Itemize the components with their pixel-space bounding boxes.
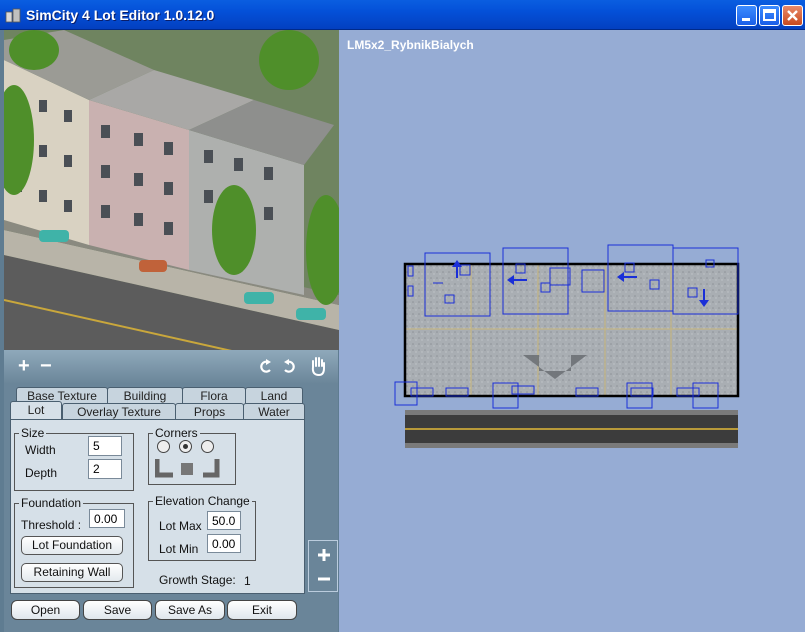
rotate-right-icon[interactable]: [282, 358, 296, 374]
threshold-input[interactable]: 0.00: [89, 509, 125, 528]
app-window: SimCity 4 Lot Editor 1.0.12.0 + − Base T…: [0, 0, 805, 632]
growth-stage-value: 1: [244, 574, 251, 588]
width-input[interactable]: 5: [88, 436, 122, 456]
tab-lot[interactable]: Lot: [10, 401, 62, 421]
size-group: Size Width 5 Depth 2: [14, 426, 134, 491]
zoom-in-button[interactable]: +: [18, 356, 30, 376]
open-button[interactable]: Open: [11, 600, 80, 620]
growth-stage-label: Growth Stage:: [159, 573, 236, 587]
zoom-in-icon: +: [18, 355, 30, 377]
threshold-label: Threshold :: [21, 518, 82, 532]
building-preview[interactable]: [4, 30, 339, 350]
minimize-icon: [742, 18, 750, 21]
lot-properties-panel: + − Base Texture Building Flora Land Lot: [4, 350, 338, 632]
depth-input[interactable]: 2: [88, 459, 122, 479]
view-toolbar: + −: [4, 350, 338, 384]
close-button[interactable]: [782, 5, 803, 26]
corner-radio-middle[interactable]: [179, 440, 192, 453]
lot-max-label: Lot Max: [159, 519, 202, 533]
retaining-wall-button[interactable]: Retaining Wall: [21, 563, 123, 582]
save-button[interactable]: Save: [83, 600, 152, 620]
rotate-left-icon[interactable]: [259, 358, 273, 374]
lot-tab-content: Size Width 5 Depth 2 Corners Foundation …: [10, 419, 305, 594]
save-as-button[interactable]: Save As: [155, 600, 225, 620]
lot-max-input[interactable]: 50.0: [207, 511, 241, 530]
corner-shapes-icon: [155, 459, 220, 478]
lot-layout-drawing: [394, 244, 740, 448]
zoom-out-button[interactable]: −: [40, 356, 52, 376]
lot-zoom-control: [308, 540, 338, 592]
maximize-button[interactable]: [759, 5, 780, 26]
lot-min-label: Lot Min: [159, 542, 199, 556]
title-bar: SimCity 4 Lot Editor 1.0.12.0: [0, 0, 805, 30]
tab-panel: Base Texture Building Flora Land Lot Ove…: [10, 387, 305, 595]
window-title: SimCity 4 Lot Editor 1.0.12.0: [26, 7, 215, 23]
lot-view-canvas[interactable]: LM5x2_RybnikBialych: [339, 30, 805, 632]
elevation-group: Elevation Change Lot Max 50.0 Lot Min 0.…: [148, 494, 256, 561]
corner-radio-left[interactable]: [157, 440, 170, 453]
maximize-icon: [763, 9, 776, 21]
building-render-image: [4, 30, 339, 350]
exit-button[interactable]: Exit: [227, 600, 297, 620]
app-icon: [5, 8, 21, 23]
corners-group: Corners: [148, 426, 236, 485]
lot-surface: [405, 264, 738, 396]
zoom-out-icon[interactable]: [316, 571, 332, 587]
foundation-group: Foundation Threshold : 0.00 Lot Foundati…: [14, 496, 134, 588]
width-label: Width: [25, 443, 56, 457]
depth-label: Depth: [25, 466, 58, 480]
lot-foundation-button[interactable]: Lot Foundation: [21, 536, 123, 555]
minimize-button[interactable]: [736, 5, 757, 26]
corner-radio-right[interactable]: [201, 440, 214, 453]
corners-group-label: Corners: [153, 426, 200, 440]
elevation-group-label: Elevation Change: [153, 494, 252, 508]
close-icon: [787, 10, 798, 21]
size-group-label: Size: [19, 426, 47, 440]
foundation-group-label: Foundation: [19, 496, 84, 510]
zoom-in-icon[interactable]: [316, 547, 332, 563]
hand-pan-icon[interactable]: [309, 356, 327, 376]
zoom-out-icon: −: [40, 355, 52, 377]
lot-min-input[interactable]: 0.00: [207, 534, 241, 553]
